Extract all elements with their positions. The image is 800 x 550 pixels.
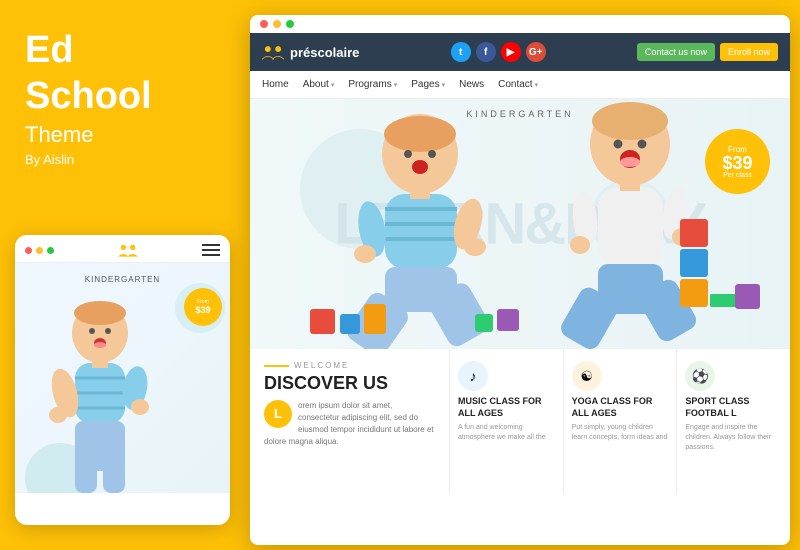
brand-name: préscolaire xyxy=(290,45,359,60)
desktop-bottom-section: WELCOME DISCOVER US L orem ipsum dolor s… xyxy=(250,349,790,494)
google-plus-icon[interactable]: G+ xyxy=(526,42,546,62)
yoga-class-title: YOGA CLASS FOR ALL AGES xyxy=(572,396,669,419)
hero-kindergarten-label: KINDERGARTEN xyxy=(466,109,573,119)
mobile-mockup: KINDERGARTEN From $39 xyxy=(15,235,230,525)
left-panel: Ed School Theme By Aislin KINDERGART xyxy=(0,0,240,550)
desktop-navbar: préscolaire t f ▶ G+ Contact us now Enro… xyxy=(250,33,790,71)
mobile-dot-red xyxy=(25,247,32,254)
twitter-icon[interactable]: t xyxy=(451,42,471,62)
mobile-logo-icon xyxy=(118,243,138,257)
mobile-window-controls xyxy=(25,247,54,254)
music-class-title: MUSIC CLASS FOR ALL AGES xyxy=(458,396,555,419)
sport-class-title: SPORT CLASS FOOTBAL L xyxy=(685,396,782,419)
hero-price: $39 xyxy=(722,154,752,172)
sport-class-item: ⚽ SPORT CLASS FOOTBAL L Engage and inspi… xyxy=(677,349,790,494)
welcome-line-decoration xyxy=(264,365,289,367)
music-icon: ♪ xyxy=(470,368,477,384)
music-class-item: ♪ MUSIC CLASS FOR ALL AGES A fun and wel… xyxy=(450,349,564,494)
classes-section: ♪ MUSIC CLASS FOR ALL AGES A fun and wel… xyxy=(450,349,790,494)
yoga-icon: ☯ xyxy=(580,368,593,385)
welcome-title: DISCOVER US xyxy=(264,374,435,394)
sport-icon-circle: ⚽ xyxy=(685,361,715,391)
yoga-class-item: ☯ YOGA CLASS FOR ALL AGES Put simply, yo… xyxy=(564,349,678,494)
desktop-mockup: préscolaire t f ▶ G+ Contact us now Enro… xyxy=(250,15,790,545)
mobile-price-badge: From $39 xyxy=(184,288,222,326)
contact-button[interactable]: Contact us now xyxy=(637,43,715,61)
yoga-class-desc: Put simply, young children learn concept… xyxy=(572,423,669,443)
mobile-menu-icon[interactable] xyxy=(202,244,220,256)
mobile-hero: KINDERGARTEN From $39 xyxy=(15,263,230,493)
welcome-text-block: L orem ipsum dolor sit amet, consectetur… xyxy=(264,400,435,448)
sport-class-desc: Engage and inspire the children. Always … xyxy=(685,423,782,452)
hero-price-badge: From $39 Per class xyxy=(705,129,770,194)
navbar-brand: préscolaire xyxy=(262,44,359,60)
nav-pages[interactable]: Pages ▾ xyxy=(411,79,445,90)
youtube-icon[interactable]: ▶ xyxy=(501,42,521,62)
mobile-price: $39 xyxy=(195,305,210,315)
welcome-section: WELCOME DISCOVER US L orem ipsum dolor s… xyxy=(250,349,450,494)
welcome-initial: L xyxy=(264,400,292,428)
mobile-header xyxy=(15,235,230,263)
yoga-icon-circle: ☯ xyxy=(572,361,602,391)
desktop-dot-green xyxy=(286,20,294,28)
nav-home[interactable]: Home xyxy=(262,79,289,90)
nav-about[interactable]: About ▾ xyxy=(303,79,335,90)
social-icons: t f ▶ G+ xyxy=(451,42,546,62)
enroll-button[interactable]: Enroll now xyxy=(720,43,778,61)
sport-icon: ⚽ xyxy=(692,368,709,385)
author-label: By Aislin xyxy=(25,152,215,167)
nav-news[interactable]: News xyxy=(459,79,484,90)
navbar-buttons: Contact us now Enroll now xyxy=(637,43,778,61)
mobile-dot-yellow xyxy=(36,247,43,254)
music-class-desc: A fun and welcoming atmosphere we make a… xyxy=(458,423,555,443)
welcome-label: WELCOME xyxy=(264,361,435,370)
title-line2: School xyxy=(25,76,215,118)
music-icon-circle: ♪ xyxy=(458,361,488,391)
hero-price-per: Per class xyxy=(723,172,752,179)
desktop-dot-yellow xyxy=(273,20,281,28)
nav-contact[interactable]: Contact ▾ xyxy=(498,79,538,90)
theme-label: Theme xyxy=(25,122,215,148)
mobile-dot-green xyxy=(47,247,54,254)
desktop-nav-menu: Home About ▾ Programs ▾ Pages ▾ News Con… xyxy=(250,71,790,99)
mobile-kindergarten-label: KINDERGARTEN xyxy=(85,275,160,284)
facebook-icon[interactable]: f xyxy=(476,42,496,62)
mobile-child-illustration xyxy=(20,293,200,493)
desktop-hero: KINDERGARTEN LEARN&PLAY From $39 Per cla… xyxy=(250,99,790,349)
desktop-window-controls xyxy=(250,15,790,33)
brand-icon xyxy=(262,44,284,60)
app-title: Ed School Theme By Aislin xyxy=(25,30,215,167)
title-line1: Ed xyxy=(25,30,215,72)
nav-programs[interactable]: Programs ▾ xyxy=(348,79,397,90)
desktop-dot-red xyxy=(260,20,268,28)
hero-children-illustration xyxy=(290,99,770,349)
